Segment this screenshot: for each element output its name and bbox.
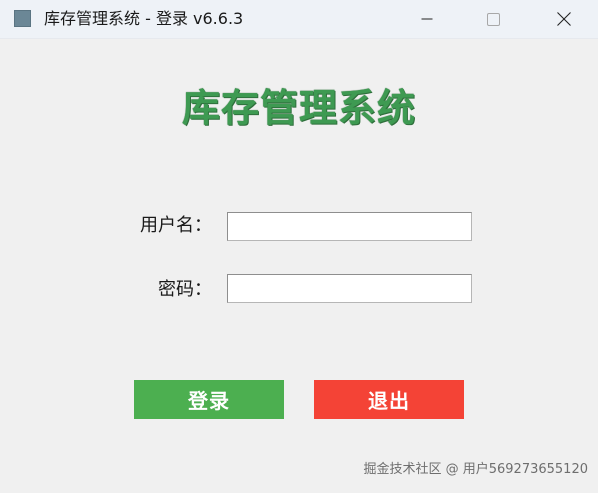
watermark: 掘金技术社区 @ 用户569273655120 (363, 462, 588, 477)
exit-button[interactable]: 退出 (314, 380, 464, 419)
password-label: 密码： (158, 279, 212, 300)
login-button-label: 登录 (188, 389, 230, 413)
title-bar[interactable]: 库存管理系统 - 登录 v6.6.3 (0, 0, 598, 39)
app-icon[interactable] (14, 10, 31, 27)
minimize-button[interactable] (404, 0, 450, 38)
login-button[interactable]: 登录 (134, 380, 284, 419)
password-input[interactable] (227, 274, 472, 303)
close-icon (557, 12, 571, 26)
close-button[interactable] (541, 0, 587, 38)
exit-button-label: 退出 (368, 389, 410, 413)
maximize-icon (486, 12, 500, 26)
login-window: 库存管理系统 - 登录 v6.6.3 库存管理系统 用户名： 密码： 登录 退出… (0, 0, 598, 493)
minimize-icon (421, 18, 433, 20)
username-label: 用户名： (140, 215, 212, 236)
maximize-button[interactable] (470, 0, 516, 38)
system-heading: 库存管理系统 (181, 85, 416, 130)
username-input[interactable] (227, 212, 472, 241)
window-title: 库存管理系统 - 登录 v6.6.3 (44, 9, 244, 28)
